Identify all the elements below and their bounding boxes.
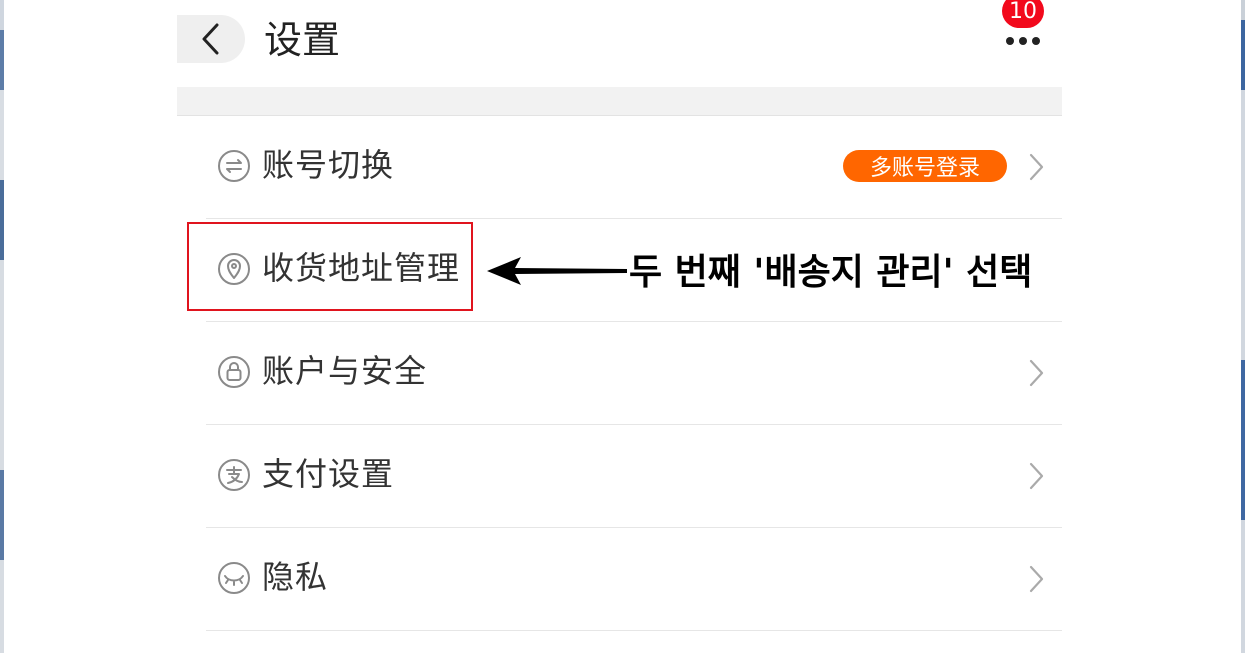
background-window-left-edge — [0, 0, 4, 653]
settings-row-label: 支付设置 — [262, 455, 395, 493]
highlight-box — [187, 222, 473, 311]
page-title: 设置 — [264, 18, 341, 62]
settings-row-account-security[interactable]: 账户与安全 — [206, 322, 1062, 425]
chevron-right-icon — [1029, 153, 1044, 181]
multi-account-login-pill[interactable]: 多账号登录 — [843, 150, 1007, 182]
settings-row-label: 账户与安全 — [262, 352, 428, 390]
eye-closed-icon — [218, 562, 250, 594]
settings-row-account-switch[interactable]: 账号切换 多账号登录 — [206, 116, 1062, 219]
settings-panel: 设置 10 账号切换 多账号登录 收货地址管理 账户与安全 支付设置 隐私 — [177, 0, 1062, 653]
chevron-right-icon — [1029, 462, 1044, 490]
chevron-left-icon — [202, 23, 219, 55]
chevron-right-icon — [1029, 359, 1044, 387]
more-options-button[interactable] — [1003, 30, 1043, 50]
background-window-right-edge — [1241, 0, 1245, 653]
settings-row-payment[interactable]: 支付设置 — [206, 425, 1062, 528]
annotation-arrow-icon — [487, 257, 627, 285]
chevron-right-icon — [1029, 565, 1044, 593]
notification-badge: 10 — [1002, 0, 1044, 28]
swap-icon — [218, 150, 250, 182]
annotation-text: 두 번째 '배송지 관리' 선택 — [629, 252, 1033, 293]
settings-row-privacy[interactable]: 隐私 — [206, 528, 1062, 631]
alipay-icon — [218, 459, 250, 491]
header-bar: 设置 10 — [177, 0, 1062, 87]
lock-icon — [218, 356, 250, 388]
more-dots-icon — [1006, 37, 1040, 45]
section-divider — [177, 87, 1062, 116]
back-button[interactable] — [177, 15, 245, 63]
settings-row-label: 隐私 — [262, 558, 329, 596]
settings-row-label: 账号切换 — [262, 146, 395, 184]
